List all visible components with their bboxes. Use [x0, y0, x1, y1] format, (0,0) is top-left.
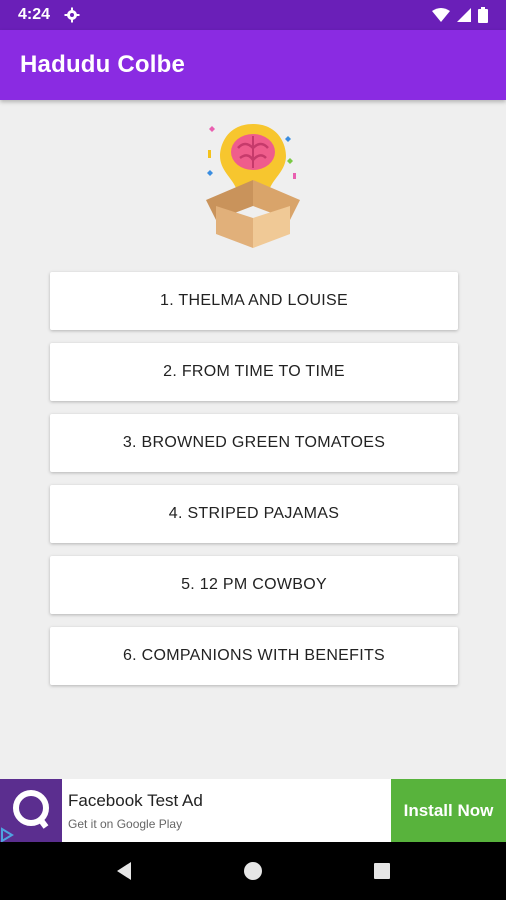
ad-banner[interactable]: Facebook Test Ad Get it on Google Play I…: [0, 779, 506, 843]
status-icons: [432, 7, 488, 23]
ad-app-icon[interactable]: [0, 779, 62, 843]
menu-item-6[interactable]: 6. COMPANIONS WITH BENEFITS: [50, 627, 458, 685]
gear-icon: [64, 7, 80, 23]
menu-item-5[interactable]: 5. 12 PM COWBOY: [50, 556, 458, 614]
status-bar: 4:24: [0, 0, 506, 30]
back-icon[interactable]: [115, 861, 133, 881]
menu-list: 1. THELMA AND LOUISE 2. FROM TIME TO TIM…: [50, 272, 458, 698]
app-bar: Hadudu Colbe: [0, 30, 506, 100]
wifi-icon: [432, 8, 450, 22]
status-time: 4:24: [18, 6, 51, 23]
menu-item-1[interactable]: 1. THELMA AND LOUISE: [50, 272, 458, 330]
home-icon[interactable]: [243, 861, 263, 881]
lightbulb-brain-box-icon: [206, 124, 300, 248]
battery-icon: [478, 7, 488, 23]
ad-subtitle: Get it on Google Play: [68, 816, 183, 831]
install-now-button[interactable]: Install Now: [391, 779, 506, 842]
system-nav-bar: [0, 842, 506, 900]
recents-icon[interactable]: [373, 862, 391, 880]
ad-title: Facebook Test Ad: [68, 790, 203, 810]
menu-item-4[interactable]: 4. STRIPED PAJAMAS: [50, 485, 458, 543]
menu-item-3[interactable]: 3. BROWNED GREEN TOMATOES: [50, 414, 458, 472]
ad-logo-icon: [0, 790, 49, 843]
menu-item-2[interactable]: 2. FROM TIME TO TIME: [50, 343, 458, 401]
ad-text[interactable]: Facebook Test Ad Get it on Google Play: [62, 779, 391, 842]
app-title: Hadudu Colbe: [20, 51, 186, 78]
signal-icon: [457, 8, 471, 22]
